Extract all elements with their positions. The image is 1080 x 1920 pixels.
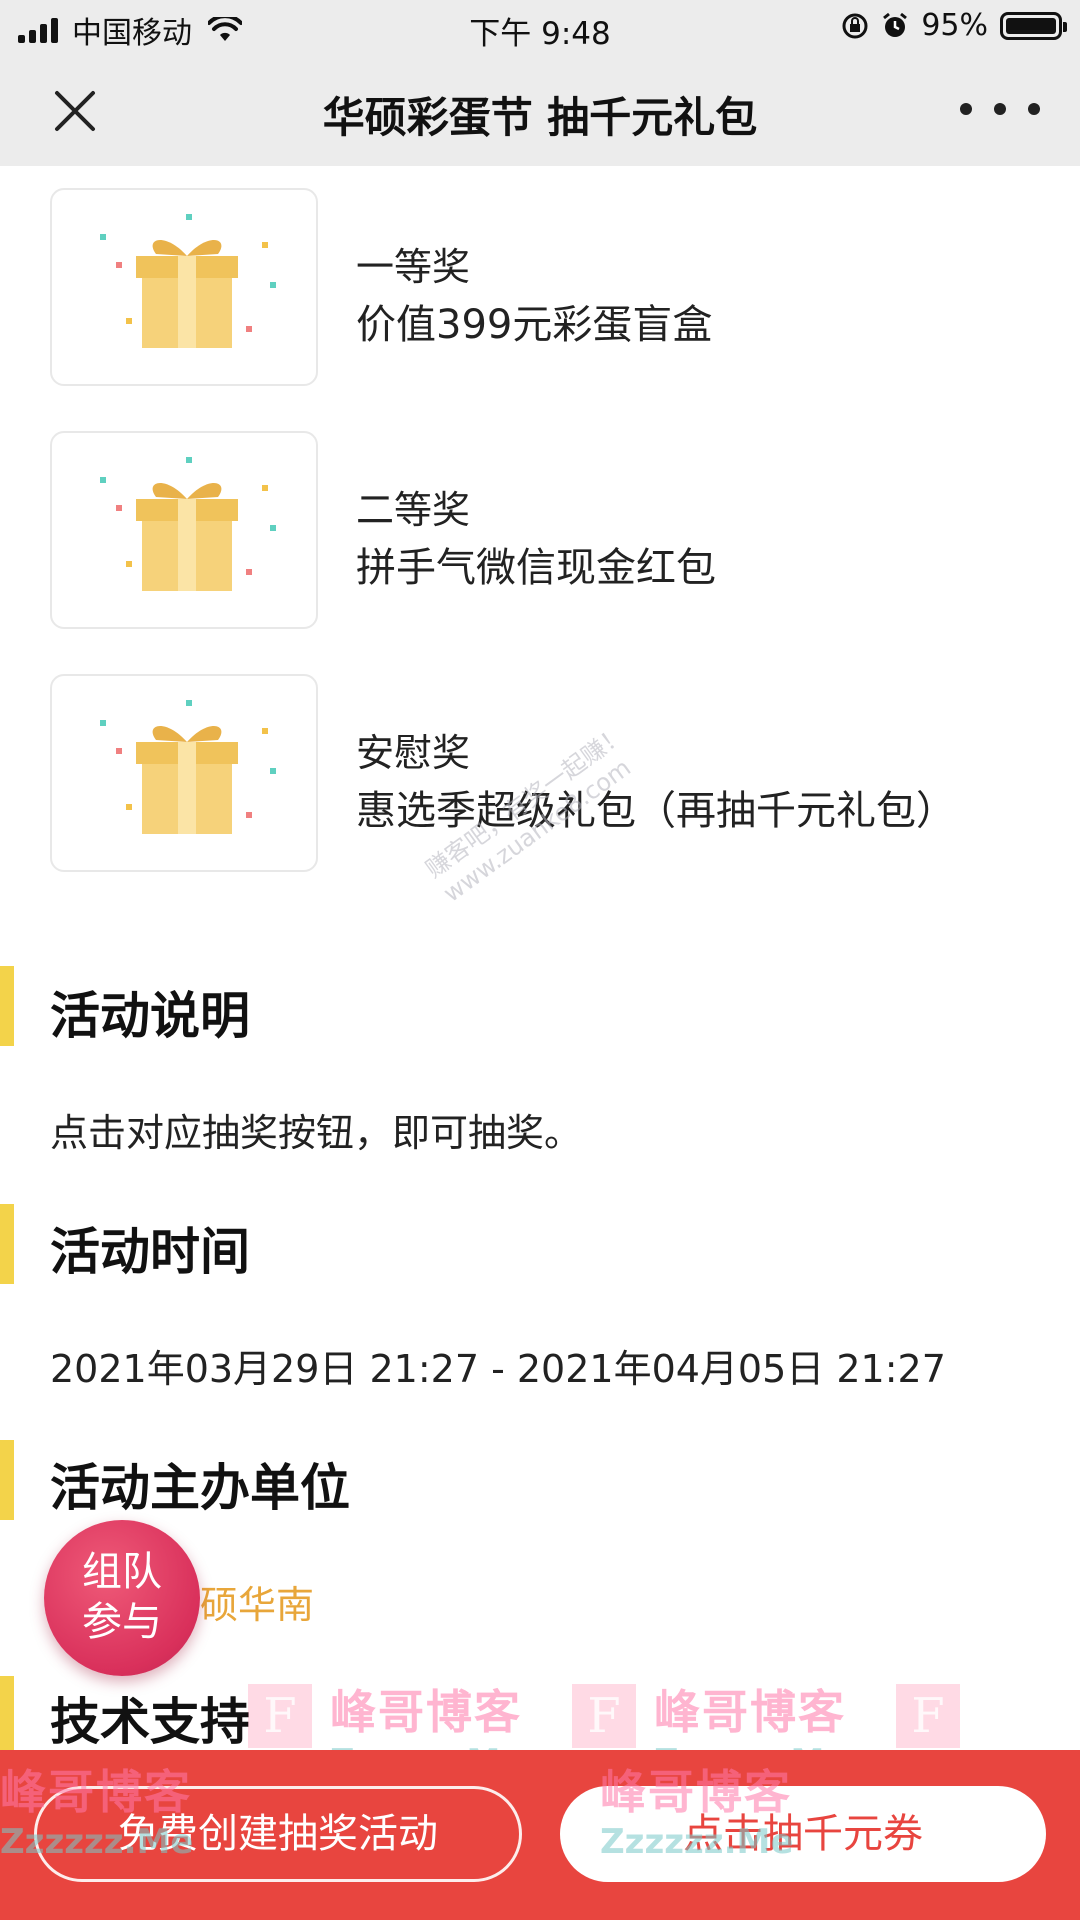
rotation-lock-icon bbox=[842, 13, 868, 38]
organizer-link[interactable]: 硕华南 bbox=[200, 1574, 314, 1629]
status-right: 95% bbox=[841, 8, 1067, 43]
gift-box-icon bbox=[100, 214, 276, 348]
team-join-button[interactable]: 组队 参与 bbox=[44, 1520, 200, 1676]
prize-name: 拼手气微信现金红包 bbox=[356, 545, 716, 591]
blog-watermark-logo: F bbox=[896, 1684, 960, 1748]
blog-watermark-name: 峰哥博客 bbox=[600, 1765, 792, 1819]
gift-box-icon bbox=[100, 700, 276, 834]
prize-level: 一等奖 bbox=[356, 245, 471, 289]
blog-watermark-logo: F bbox=[248, 1684, 312, 1748]
blog-watermark-domain: Zzzzzz.Me bbox=[600, 1822, 794, 1862]
team-join-label-2: 参与 bbox=[82, 1599, 162, 1645]
blog-watermark: 峰哥博客 Zzzzzz.Me bbox=[600, 1756, 793, 1862]
prize-level: 二等奖 bbox=[356, 488, 471, 532]
blog-watermark-name: 峰哥博客 bbox=[0, 1765, 192, 1819]
more-icon[interactable] bbox=[960, 84, 1040, 134]
nav-bar: 华硕彩蛋节 抽千元礼包 bbox=[0, 56, 1080, 166]
section-accent-bar bbox=[0, 966, 14, 1046]
bottom-action-bar: 免费创建抽奖活动 点击抽千元券 峰哥博客 Zzzzzz.Me 峰哥博客 Zzzz… bbox=[0, 1750, 1080, 1920]
time-text: 2021年03月29日 21:27 - 2021年04月05日 21:27 bbox=[50, 1347, 946, 1391]
prize-item-first: 一等奖 价值399元彩蛋盲盒 bbox=[50, 188, 1050, 388]
section-accent-bar bbox=[0, 1676, 14, 1756]
blog-watermark-logo: F bbox=[572, 1684, 636, 1748]
blog-watermark-name: 峰哥博客 bbox=[654, 1685, 846, 1739]
blog-watermark-name: 峰哥博客 bbox=[330, 1685, 522, 1739]
section-title-organizer: 活动主办单位 bbox=[50, 1459, 350, 1517]
team-join-label-1: 组队 bbox=[82, 1549, 162, 1595]
prize-card bbox=[50, 674, 318, 872]
prize-card bbox=[50, 431, 318, 629]
battery-percent: 95% bbox=[921, 8, 988, 43]
section-title-description: 活动说明 bbox=[50, 987, 250, 1045]
description-text: 点击对应抽奖按钮，即可抽奖。 bbox=[50, 1111, 583, 1155]
section-accent-bar bbox=[0, 1204, 14, 1284]
section-accent-bar bbox=[0, 1440, 14, 1520]
blog-watermark: 峰哥博客 Zzzzzz.Me bbox=[0, 1756, 193, 1862]
prize-level: 安慰奖 bbox=[356, 731, 471, 775]
prize-name: 惠选季超级礼包（再抽千元礼包） bbox=[356, 788, 956, 834]
battery-icon bbox=[1000, 11, 1067, 40]
gift-box-icon bbox=[100, 457, 276, 591]
prize-card bbox=[50, 188, 318, 386]
page-title: 华硕彩蛋节 抽千元礼包 bbox=[322, 93, 758, 142]
alarm-icon bbox=[883, 12, 908, 37]
section-title-time: 活动时间 bbox=[50, 1223, 250, 1281]
status-bar: 中国移动 下午 9:48 95% bbox=[0, 0, 1080, 56]
prize-item-second: 二等奖 拼手气微信现金红包 bbox=[50, 431, 1050, 631]
prize-name: 价值399元彩蛋盲盒 bbox=[356, 302, 713, 348]
section-title-tech: 技术支持 bbox=[50, 1693, 250, 1751]
blog-watermark-domain: Zzzzzz.Me bbox=[0, 1822, 194, 1862]
